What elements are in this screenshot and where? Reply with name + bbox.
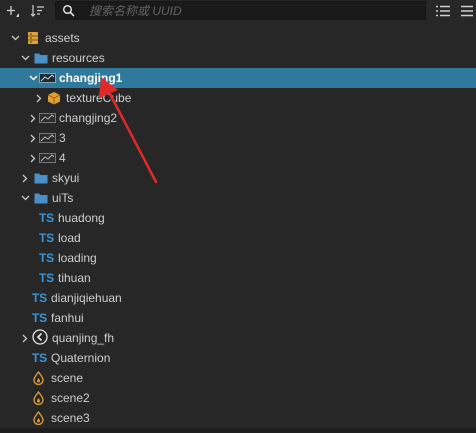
horizontal-scrollbar[interactable] xyxy=(0,428,476,433)
annotation-arrow xyxy=(99,77,158,184)
